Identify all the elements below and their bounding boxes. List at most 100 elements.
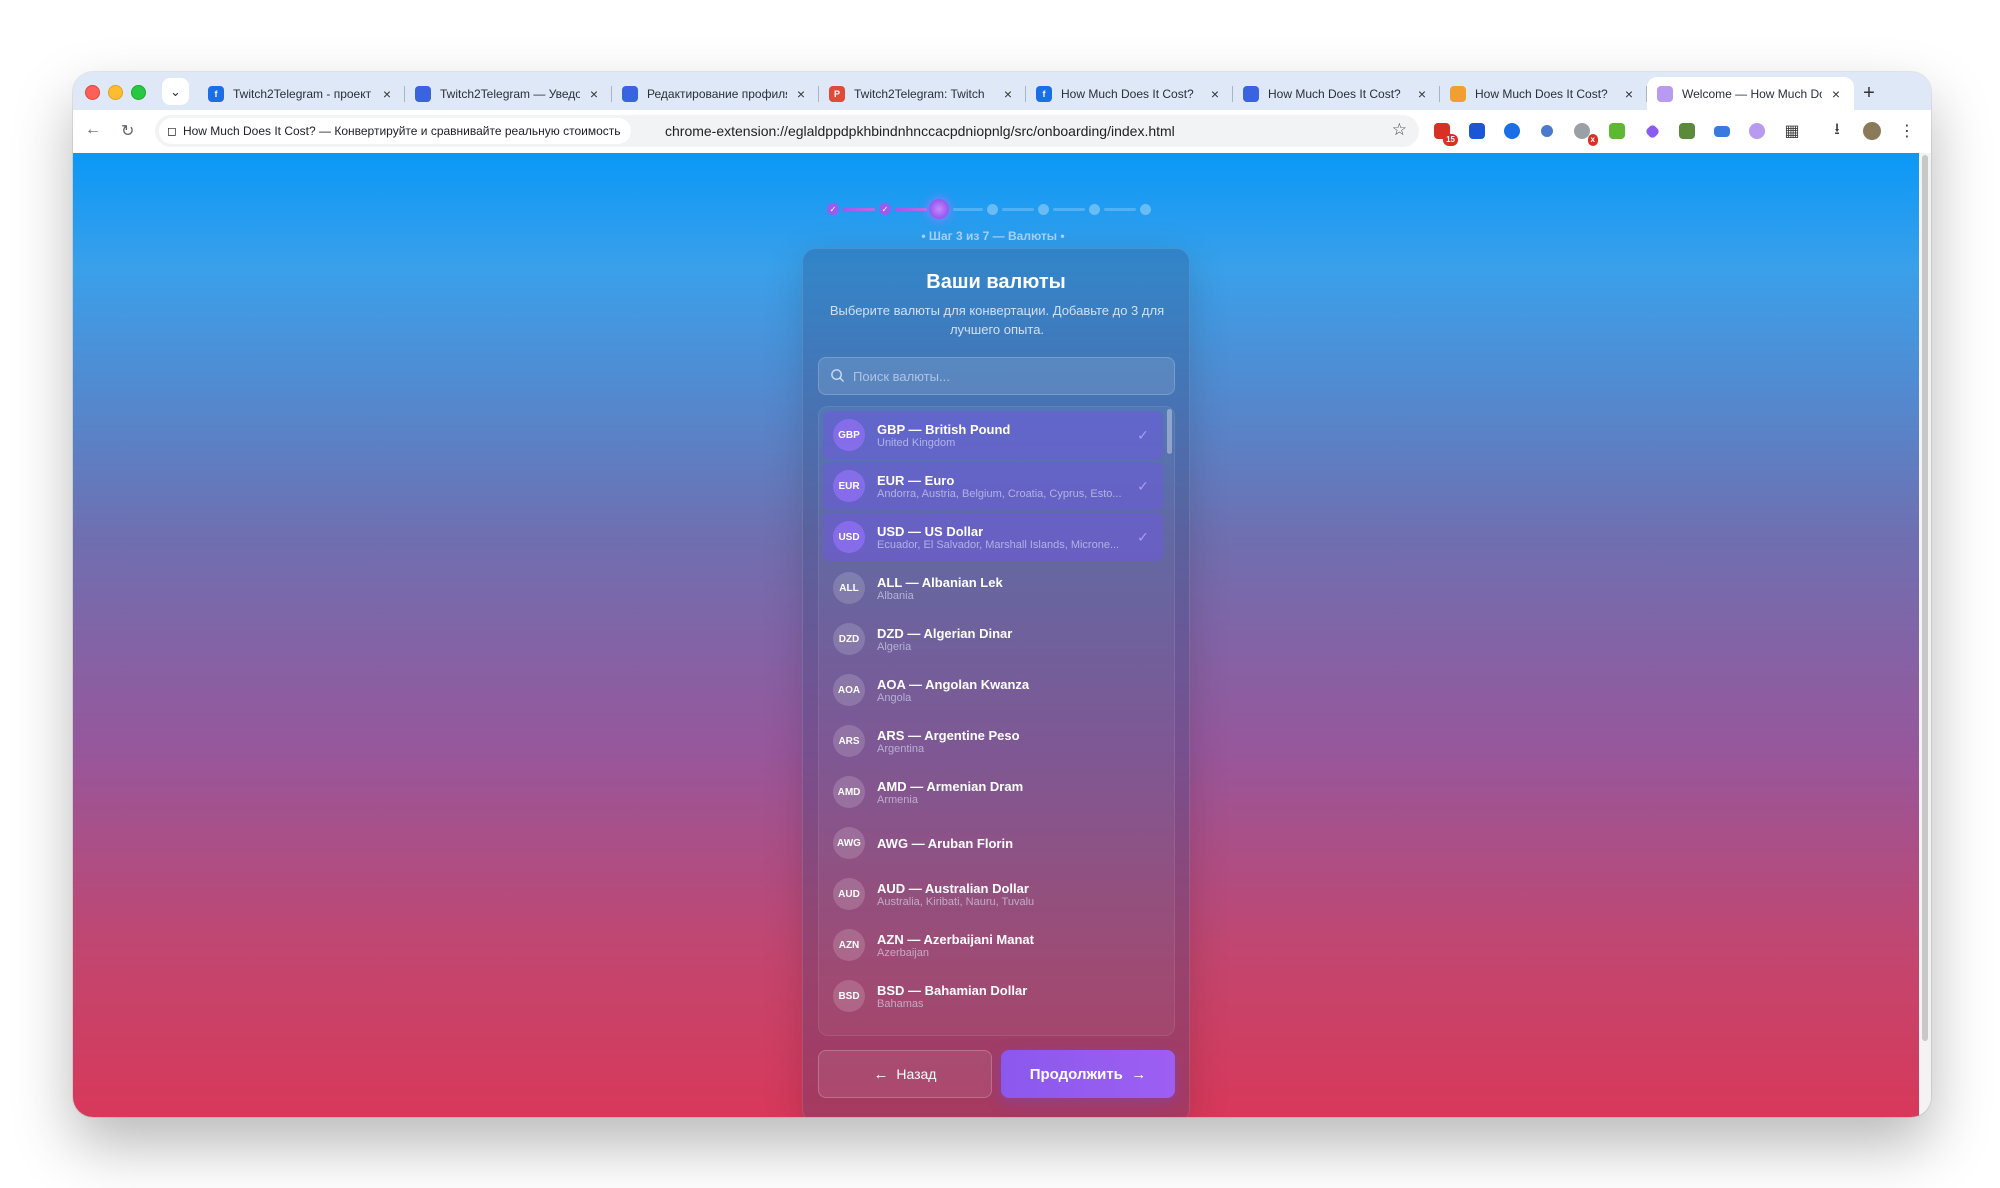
chat-extension-icon[interactable] bbox=[1709, 118, 1735, 144]
tab-search-chevron-icon[interactable]: ⌄ bbox=[162, 78, 189, 105]
page-scrollbar[interactable] bbox=[1919, 153, 1931, 1117]
check-icon: ✓ bbox=[1137, 528, 1149, 545]
currency-search-input[interactable] bbox=[853, 358, 1163, 394]
continue-button[interactable]: Продолжить → bbox=[1001, 1050, 1175, 1098]
zoom-window-button[interactable] bbox=[131, 85, 146, 100]
currency-item[interactable]: GBP GBP — British Pound United Kingdom ✓ bbox=[823, 411, 1163, 459]
currency-code-badge: ALL bbox=[833, 572, 865, 604]
bookmark-star-icon[interactable]: ☆ bbox=[1392, 120, 1407, 140]
menu-kebab-icon[interactable]: ⋮ bbox=[1894, 118, 1920, 144]
tab-favicon-icon: f bbox=[1036, 85, 1052, 102]
onboarding-page: ✓ ✓ • Шаг 3 из 7 — Валюты • Ваши валюты … bbox=[73, 153, 1919, 1117]
browser-tab[interactable]: P Twitch2Telegram: Twitch × bbox=[819, 77, 1026, 110]
tab-favicon-icon bbox=[1657, 85, 1673, 102]
tabs: f Twitch2Telegram - проект × Twitch2Telegra… bbox=[198, 77, 1884, 110]
tab-close-icon[interactable]: × bbox=[1207, 86, 1223, 102]
back-button[interactable]: ← Назад bbox=[818, 1050, 992, 1098]
currency-list[interactable]: GBP GBP — British Pound United Kingdom ✓ EUR… bbox=[818, 406, 1175, 1036]
currency-name: EUR — Euro bbox=[877, 472, 955, 488]
currency-code-badge: ARS bbox=[833, 725, 865, 757]
tab-close-icon[interactable]: × bbox=[379, 86, 395, 102]
toolbar: ← ↻ ◻ How Much Does It Cost? — Конвертир… bbox=[73, 110, 1931, 153]
currency-item[interactable]: AZN AZN — Azerbaijani Manat Azerbaijan bbox=[823, 921, 1163, 969]
list-scrollbar-thumb[interactable] bbox=[1167, 409, 1172, 454]
tab-close-icon[interactable]: × bbox=[1414, 86, 1430, 102]
browser-tab[interactable]: f Twitch2Telegram - проект × bbox=[198, 77, 405, 110]
currency-item[interactable]: ALL ALL — Albanian Lek Albania bbox=[823, 564, 1163, 612]
currency-text: EUR — Euro Andorra, Austria, Belgium, Cro… bbox=[877, 473, 1133, 500]
currency-item[interactable]: AOA AOA — Angolan Kwanza Angola bbox=[823, 666, 1163, 714]
back-button-label: Назад bbox=[896, 1066, 937, 1082]
how-much-extension-icon[interactable] bbox=[1744, 118, 1770, 144]
browser-tab[interactable]: How Much Does It Cost? × bbox=[1440, 77, 1647, 110]
close-window-button[interactable] bbox=[85, 85, 100, 100]
browser-tab[interactable]: f How Much Does It Cost? × bbox=[1026, 77, 1233, 110]
site-info-chip[interactable]: ◻ How Much Does It Cost? — Конвертируйте… bbox=[159, 118, 631, 144]
currency-item[interactable]: AMD AMD — Armenian Dram Armenia bbox=[823, 768, 1163, 816]
tab-close-icon[interactable]: × bbox=[1621, 86, 1637, 102]
extensions-puzzle-icon[interactable]: ▦ bbox=[1779, 118, 1805, 144]
currency-item[interactable]: DZD DZD — Algerian Dinar Algeria bbox=[823, 615, 1163, 663]
download-icon[interactable]: ⭳ bbox=[1824, 118, 1850, 144]
currency-name: BSD — Bahamian Dollar bbox=[877, 982, 1028, 998]
step-6-dot bbox=[1089, 204, 1100, 215]
back-arrow-icon[interactable]: ← bbox=[85, 121, 101, 139]
calendar-extension-icon[interactable]: 15 bbox=[1429, 118, 1458, 146]
url-text[interactable]: chrome-extension://eglaldppdpkhbindnhncc… bbox=[665, 123, 1175, 139]
currency-name: DZD — Algerian Dinar bbox=[877, 625, 1013, 641]
currency-countries: Australia, Kiribati, Nauru, Tuvalu bbox=[877, 895, 1035, 908]
image-extension-icon[interactable] bbox=[1674, 118, 1700, 144]
tab-strip: ⌄ f Twitch2Telegram - проект × Twitch2Teleg… bbox=[73, 72, 1931, 110]
browser-tab[interactable]: How Much Does It Cost? × bbox=[1233, 77, 1440, 110]
sound-extension-icon[interactable] bbox=[1534, 118, 1560, 144]
tab-title: Twitch2Telegram — Уведомления bbox=[440, 86, 580, 101]
tab-favicon-icon bbox=[1243, 85, 1259, 102]
browser-tab[interactable]: Welcome — How Much Does It Cost? × bbox=[1647, 77, 1854, 110]
tab-close-icon[interactable]: × bbox=[1828, 86, 1844, 102]
arrow-right-icon: → bbox=[1131, 1065, 1147, 1083]
tab-close-icon[interactable]: × bbox=[793, 86, 809, 102]
minimize-window-button[interactable] bbox=[108, 85, 123, 100]
pin-extension-icon[interactable] bbox=[1604, 118, 1630, 144]
currency-countries: Azerbaijan bbox=[877, 946, 929, 959]
reload-icon[interactable]: ↻ bbox=[121, 121, 134, 141]
currency-text: BSD — Bahamian Dollar Bahamas bbox=[877, 983, 1163, 1010]
currency-text: AZN — Azerbaijani Manat Azerbaijan bbox=[877, 932, 1163, 959]
page-scrollbar-thumb[interactable] bbox=[1922, 155, 1928, 1041]
browser-tab[interactable]: Редактирование профиля × bbox=[612, 77, 819, 110]
tab-close-icon[interactable]: × bbox=[1000, 86, 1016, 102]
tab-favicon-icon bbox=[1450, 85, 1466, 102]
record-extension-icon[interactable]: x bbox=[1569, 118, 1598, 146]
currency-item[interactable]: AWG AWG — Aruban Florin bbox=[823, 819, 1163, 867]
translate-extension-icon[interactable] bbox=[1464, 118, 1490, 144]
tab-close-icon[interactable]: × bbox=[586, 86, 602, 102]
gem-extension-icon[interactable] bbox=[1639, 118, 1665, 144]
tab-favicon-icon bbox=[622, 85, 638, 102]
continue-button-label: Продолжить bbox=[1029, 1065, 1123, 1083]
currency-code-badge: DZD bbox=[833, 623, 865, 655]
currency-text: ALL — Albanian Lek Albania bbox=[877, 575, 1163, 602]
currency-item[interactable]: USD USD — US Dollar Ecuador, El Salvador, … bbox=[823, 513, 1163, 561]
currency-item[interactable]: AUD AUD — Australian Dollar Australia, Kir… bbox=[823, 870, 1163, 918]
currency-item[interactable]: EUR EUR — Euro Andorra, Austria, Belgium, … bbox=[823, 462, 1163, 510]
address-bar[interactable]: ◻ How Much Does It Cost? — Конвертируйте… bbox=[155, 115, 1419, 147]
tab-title: Twitch2Telegram: Twitch bbox=[854, 86, 985, 101]
currency-name: AMD — Armenian Dram bbox=[877, 778, 1024, 794]
tab-title: How Much Does It Cost? bbox=[1061, 86, 1194, 101]
step-connector bbox=[895, 208, 927, 211]
tab-title: Twitch2Telegram - проект bbox=[233, 86, 372, 101]
step-3-active-dot bbox=[929, 199, 949, 219]
profile-avatar[interactable] bbox=[1859, 118, 1885, 144]
arrow-left-icon: ← bbox=[873, 1065, 889, 1083]
facebook-extension-icon[interactable] bbox=[1499, 118, 1525, 144]
step-connector bbox=[1053, 208, 1085, 211]
currency-countries: United Kingdom bbox=[877, 436, 956, 449]
step-label: • Шаг 3 из 7 — Валюты • bbox=[921, 229, 1065, 243]
browser-window: ⌄ f Twitch2Telegram - проект × Twitch2Teleg… bbox=[73, 72, 1931, 1117]
new-tab-plus-icon[interactable]: + bbox=[1854, 77, 1884, 110]
currency-item[interactable]: ARS ARS — Argentine Peso Argentina bbox=[823, 717, 1163, 765]
browser-tab[interactable]: Twitch2Telegram — Уведомления × bbox=[405, 77, 612, 110]
currency-code-badge: GBP bbox=[833, 419, 865, 451]
currency-name: AWG — Aruban Florin bbox=[877, 835, 1014, 851]
currency-item[interactable]: BSD BSD — Bahamian Dollar Bahamas bbox=[823, 972, 1163, 1020]
